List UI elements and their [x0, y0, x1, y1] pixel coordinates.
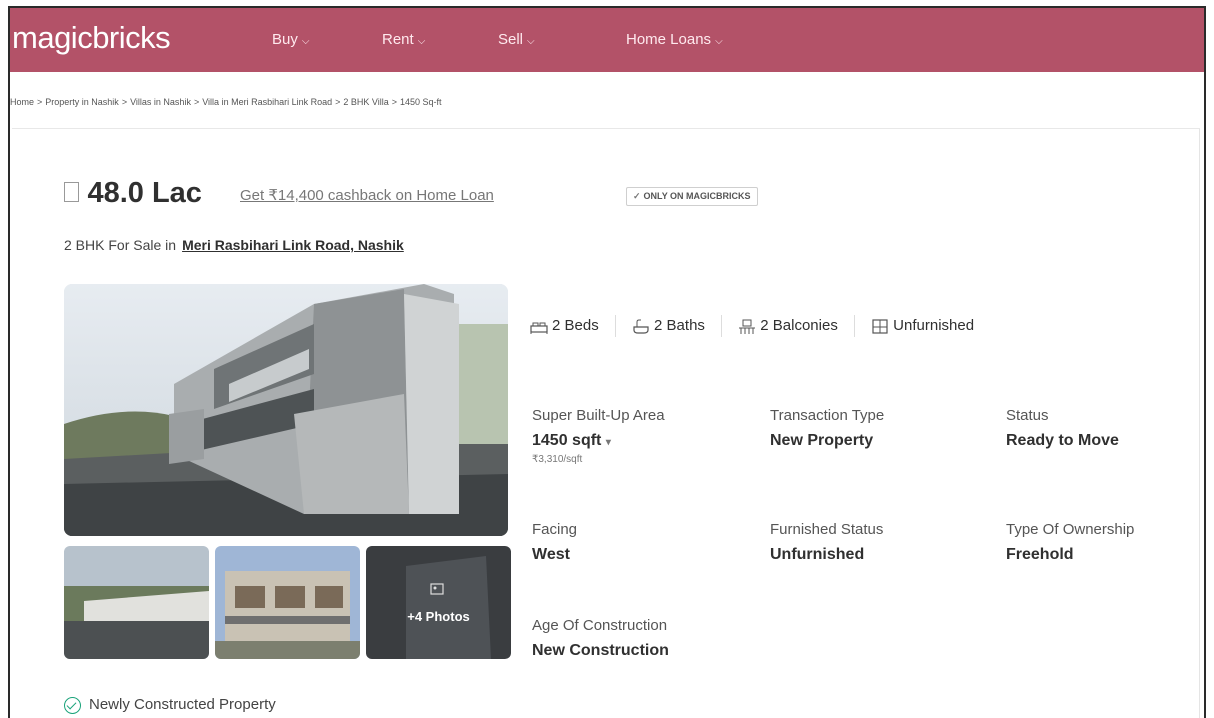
- newly-constructed-highlight: Newly Constructed Property: [64, 696, 276, 714]
- price-per-sqft: ₹3,310/sqft: [532, 454, 583, 465]
- chevron-down-icon: ⌵: [527, 36, 535, 47]
- villa-thumbnail: [366, 546, 511, 659]
- page-frame: magicbricks Buy ⌵ Rent ⌵ Sell ⌵ Home Loans ⌵…: [8, 6, 1206, 718]
- more-photos-thumbnail[interactable]: +4 Photos: [366, 546, 511, 659]
- breadcrumb-villas-nashik[interactable]: Villas in Nashik: [130, 97, 191, 107]
- status: Status Ready to Move: [1006, 407, 1119, 449]
- price-row: 48.0 Lac Get ₹14,400 cashback on Home Lo…: [64, 177, 758, 209]
- wardrobe-icon: [872, 318, 888, 334]
- villa-photo: [64, 284, 508, 536]
- breadcrumb-villa-locality[interactable]: Villa in Meri Rasbihari Link Road: [202, 97, 332, 107]
- check-icon: ✓: [633, 191, 641, 201]
- transaction-type: Transaction Type New Property: [770, 407, 885, 449]
- nav-home-loans[interactable]: Home Loans ⌵: [626, 31, 723, 48]
- breadcrumb-home[interactable]: Home: [10, 97, 34, 107]
- thumbnail-1[interactable]: [64, 546, 209, 659]
- chevron-down-icon: ▾: [605, 437, 611, 448]
- area-value: 1450 sqft: [532, 432, 602, 449]
- balcony-icon: [739, 319, 756, 334]
- bathtub-icon: [633, 319, 649, 334]
- super-built-up-area: Super Built-Up Area 1450 sqft ▾ ₹3,310/s…: [532, 407, 665, 465]
- feature-baths: 2 Baths: [632, 317, 705, 334]
- top-navbar: magicbricks Buy ⌵ Rent ⌵ Sell ⌵ Home Loans ⌵: [10, 8, 1204, 72]
- feature-beds: 2 Beds: [530, 317, 599, 334]
- nav-buy[interactable]: Buy ⌵: [272, 31, 309, 48]
- check-circle-icon: [64, 696, 81, 714]
- breadcrumb-property-nashik[interactable]: Property in Nashik: [45, 97, 119, 107]
- features-row: 2 Beds 2 Baths 2 Balconies Unfurnished: [530, 315, 974, 337]
- more-photos-label: +4 Photos: [407, 609, 470, 624]
- age-of-construction: Age Of Construction New Construction: [532, 617, 669, 659]
- listing-card: 48.0 Lac Get ₹14,400 cashback on Home Lo…: [12, 128, 1200, 718]
- nav-rent[interactable]: Rent ⌵: [382, 31, 425, 48]
- type-of-ownership: Type Of Ownership Freehold: [1006, 521, 1135, 563]
- rupee-icon: [64, 181, 79, 202]
- villa-thumbnail: [215, 546, 360, 659]
- price: 48.0 Lac: [87, 177, 202, 209]
- breadcrumb-current: 1450 Sq-ft: [400, 97, 442, 107]
- hero-photo[interactable]: [64, 284, 508, 536]
- thumbnail-2[interactable]: [215, 546, 360, 659]
- nav-sell[interactable]: Sell ⌵: [498, 31, 535, 48]
- breadcrumb-2bhk-villa[interactable]: 2 BHK Villa: [343, 97, 388, 107]
- villa-thumbnail: [64, 546, 209, 659]
- only-on-magicbricks-badge: ✓ ONLY ON MAGICBRICKS: [626, 187, 758, 206]
- chevron-down-icon: ⌵: [301, 36, 310, 47]
- site-logo[interactable]: magicbricks: [12, 20, 171, 56]
- facing: Facing West: [532, 521, 578, 563]
- chevron-down-icon: ⌵: [417, 36, 426, 47]
- listing-subtitle: 2 BHK For Sale in Meri Rasbihari Link Roa…: [64, 237, 404, 253]
- location-link[interactable]: Meri Rasbihari Link Road, Nashik: [182, 237, 404, 253]
- chevron-down-icon: ⌵: [715, 36, 723, 47]
- furnished-status: Furnished Status Unfurnished: [770, 521, 884, 563]
- feature-furnishing: Unfurnished: [871, 317, 974, 334]
- breadcrumb: Home > Property in Nashik > Villas in Nashik…: [10, 97, 442, 107]
- feature-balconies: 2 Balconies: [738, 317, 838, 334]
- cashback-link[interactable]: Get ₹14,400 cashback on Home Loan: [240, 186, 494, 204]
- bed-icon: [530, 322, 548, 334]
